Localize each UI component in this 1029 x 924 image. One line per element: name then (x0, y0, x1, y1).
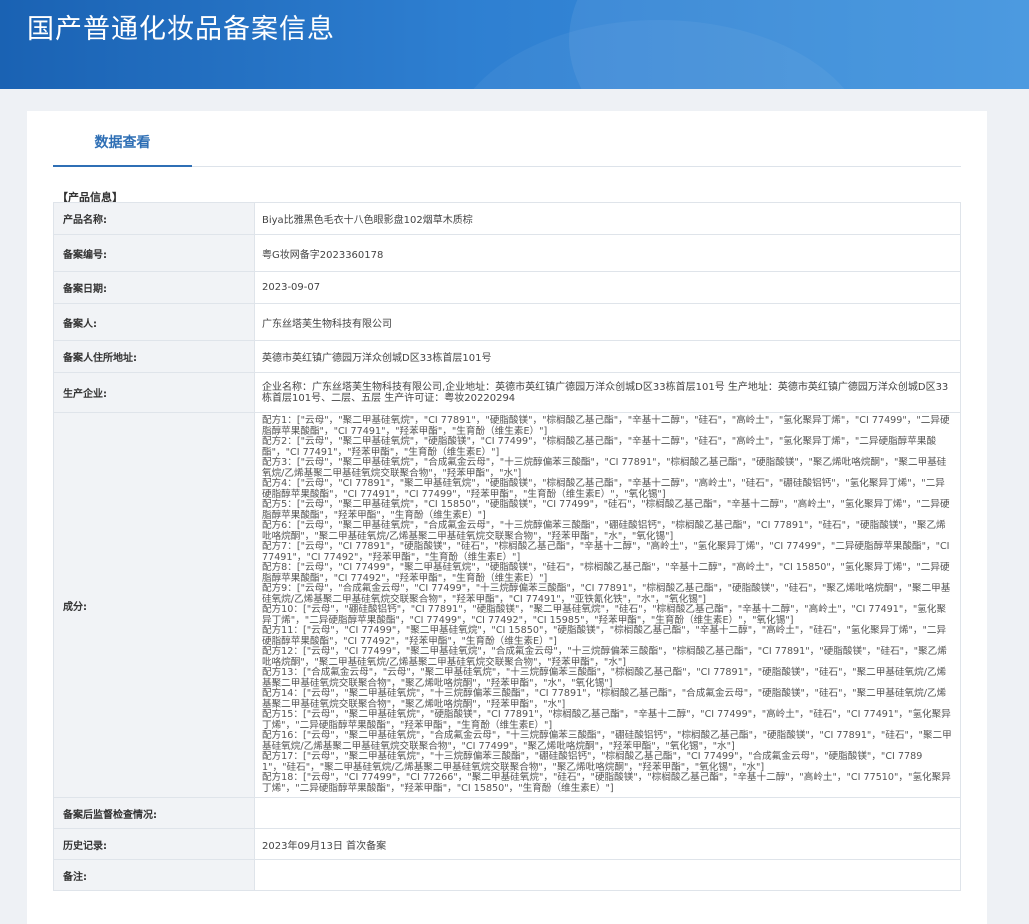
value-product-name: Biya比雅黑色毛衣十八色眼影盘102烟草木质棕 (254, 202, 961, 235)
ingredient-formula: 配方16：["云母"，"聚二甲基硅氧烷"，"合成氟金云母"，"十三烷醇偏苯三酸酯… (262, 730, 952, 752)
row-manufacturer: 生产企业: 企业名称：广东丝塔芙生物科技有限公司,企业地址：英德市英红镇广德园万… (53, 372, 961, 413)
tab-data-view[interactable]: 数据查看 (53, 111, 192, 167)
ingredient-formula: 配方3：["云母"，"聚二甲基硅氧烷"，"合成氟金云母"，"十三烷醇偏苯三酸酯"… (262, 457, 947, 479)
ingredient-formula: 配方13：["合成氟金云母"，"云母"，"聚二甲基硅氧烷"，"十三烷醇偏苯三酸酯… (262, 667, 947, 689)
value-remarks (254, 859, 961, 891)
value-history: 2023年09月13日 首次备案 (254, 828, 961, 860)
row-record-date: 备案日期: 2023-09-07 (53, 271, 961, 304)
ingredient-formula: 配方10：["云母"，"硼硅酸铝钙"，"CI 77891"，"硬脂酸镁"，"聚二… (262, 604, 947, 626)
header-title: 国产普通化妆品备案信息 (27, 14, 335, 45)
value-post-supervision (254, 797, 961, 829)
page-header: 国产普通化妆品备案信息 (0, 0, 1029, 89)
value-registrant-address: 英德市英红镇广德园万洋众创城D区33栋首层101号 (254, 340, 961, 373)
label-manufacturer: 生产企业: (53, 372, 255, 413)
ingredient-formula: 配方18：["云母"，"CI 77499"，"CI 77266"，"聚二甲基硅氧… (262, 772, 951, 794)
value-record-date: 2023-09-07 (254, 271, 961, 304)
ingredient-formula: 配方5：["云母"，"聚二甲基硅氧烷"，"CI 15850"，"硬脂酸镁"，"C… (262, 499, 950, 521)
product-info-table: 产品名称: Biya比雅黑色毛衣十八色眼影盘102烟草木质棕 备案编号: 粤G妆… (53, 202, 961, 891)
row-registrant: 备案人: 广东丝塔芙生物科技有限公司 (53, 303, 961, 341)
label-ingredients: 成分: (53, 412, 255, 798)
content-panel: 数据查看 【产品信息】 产品名称: Biya比雅黑色毛衣十八色眼影盘102烟草木… (27, 111, 987, 924)
label-post-supervision: 备案后监督检查情况: (53, 797, 255, 829)
row-record-no: 备案编号: 粤G妆网备字2023360178 (53, 234, 961, 272)
row-product-name: 产品名称: Biya比雅黑色毛衣十八色眼影盘102烟草木质棕 (53, 202, 961, 235)
ingredient-formula: 配方4：["云母"，"CI 77891"，"聚二甲基硅氧烷"，"硬脂酸镁"，"棕… (262, 478, 945, 500)
tab-bar: 数据查看 (53, 111, 961, 167)
label-record-date: 备案日期: (53, 271, 255, 304)
ingredient-formula: 配方14：["云母"，"聚二甲基硅氧烷"，"十三烷醇偏苯三酸酯"，"CI 778… (262, 688, 947, 710)
ingredient-formula: 配方17：["云母"，"聚二甲基硅氧烷"，"十三烷醇偏苯三酸酯"，"硼硅酸铝钙"… (262, 751, 923, 773)
value-manufacturer: 企业名称：广东丝塔芙生物科技有限公司,企业地址：英德市英红镇广德园万洋众创城D区… (254, 372, 961, 413)
row-registrant-address: 备案人住所地址: 英德市英红镇广德园万洋众创城D区33栋首层101号 (53, 340, 961, 373)
ingredient-formula: 配方11：["云母"，"CI 77499"，"聚二甲基硅氧烷"，"CI 1585… (262, 625, 947, 647)
ingredient-formula: 配方9：["云母"，"合成氟金云母"，"CI 77499"，"十三烷醇偏苯三酸酯… (262, 583, 951, 605)
value-ingredients: 配方1：["云母"，"聚二甲基硅氧烷"，"CI 77891"，"硬脂酸镁"，"棕… (254, 412, 961, 798)
row-remarks: 备注: (53, 859, 961, 891)
ingredient-formula: 配方7：["云母"，"CI 77891"，"硬脂酸镁"，"硅石"，"棕榈酸乙基己… (262, 541, 950, 563)
row-history: 历史记录: 2023年09月13日 首次备案 (53, 828, 961, 860)
ingredient-formula: 配方8：["云母"，"CI 77499"，"聚二甲基硅氧烷"，"硬脂酸镁"，"硅… (262, 562, 950, 584)
ingredient-formula: 配方6：["云母"，"聚二甲基硅氧烷"，"合成氟金云母"，"十三烷醇偏苯三酸酯"… (262, 520, 946, 542)
ingredient-formula: 配方15：["云母"，"聚二甲基硅氧烷"，"硬脂酸镁"，"CI 77891"，"… (262, 709, 951, 731)
label-record-no: 备案编号: (53, 234, 255, 272)
ingredient-formula: 配方12：["云母"，"CI 77499"，"聚二甲基硅氧烷"，"合成氟金云母"… (262, 646, 947, 668)
value-record-no: 粤G妆网备字2023360178 (254, 234, 961, 272)
label-registrant-address: 备案人住所地址: (53, 340, 255, 373)
ingredient-formula: 配方2：["云母"，"聚二甲基硅氧烷"，"硬脂酸镁"，"CI 77499"，"棕… (262, 436, 937, 458)
row-ingredients: 成分: 配方1：["云母"，"聚二甲基硅氧烷"，"CI 77891"，"硬脂酸镁… (53, 412, 961, 798)
ingredients-list: 配方1：["云母"，"聚二甲基硅氧烷"，"CI 77891"，"硬脂酸镁"，"棕… (262, 413, 954, 797)
label-history: 历史记录: (53, 828, 255, 860)
label-remarks: 备注: (53, 859, 255, 891)
label-product-name: 产品名称: (53, 202, 255, 235)
label-registrant: 备案人: (53, 303, 255, 341)
ingredient-formula: 配方1：["云母"，"聚二甲基硅氧烷"，"CI 77891"，"硬脂酸镁"，"棕… (262, 415, 950, 437)
value-registrant: 广东丝塔芙生物科技有限公司 (254, 303, 961, 341)
row-post-supervision: 备案后监督检查情况: (53, 797, 961, 829)
